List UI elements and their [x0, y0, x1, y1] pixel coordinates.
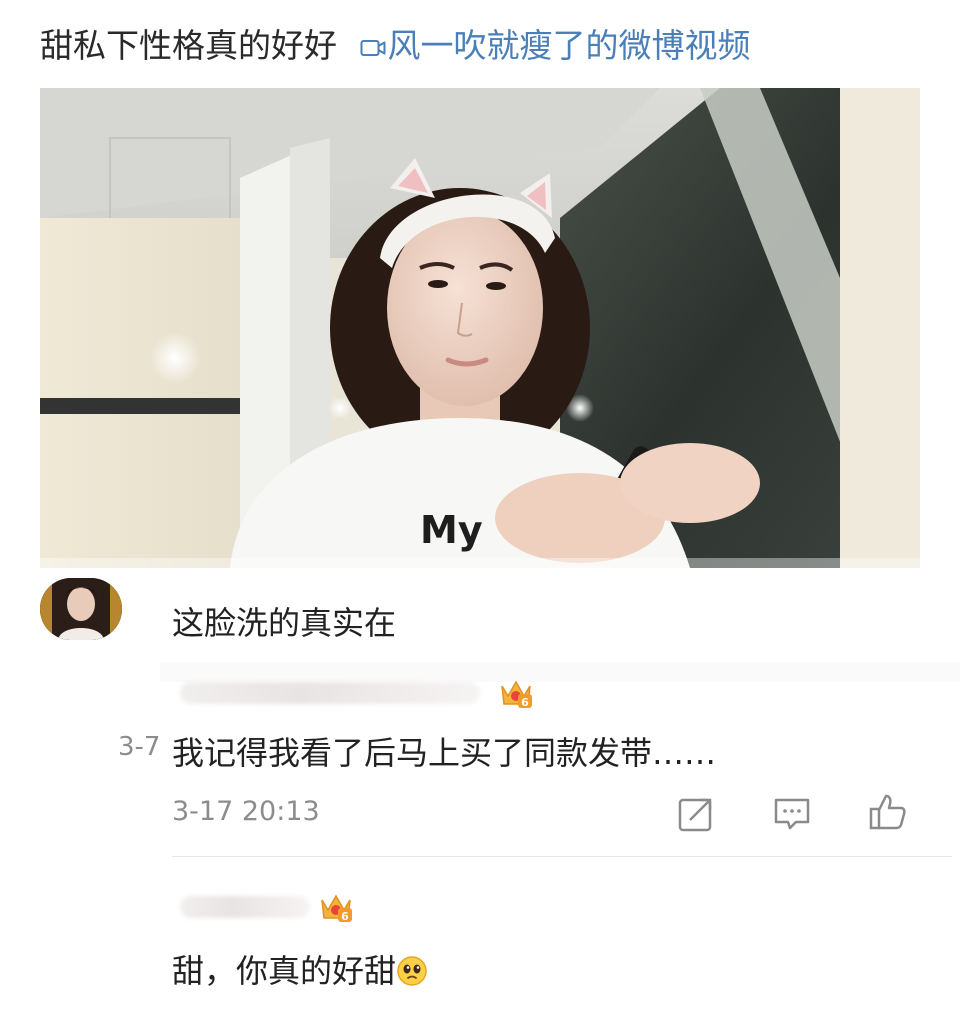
comment-text: 甜，你真的好甜: [172, 952, 397, 990]
video-link-label: 风一吹就瘦了的微博视频: [387, 26, 751, 65]
username-blurred: [180, 896, 310, 918]
share-icon[interactable]: [676, 794, 716, 834]
video-link[interactable]: 风一吹就瘦了的微博视频: [360, 26, 751, 65]
crown-badge-icon: 6: [321, 894, 352, 923]
post-title: 甜私下性格真的好好: [40, 26, 337, 65]
comment-icon[interactable]: [772, 794, 812, 834]
video-icon: [360, 40, 385, 56]
username-blurred: [180, 682, 480, 704]
comment-1: 这脸洗的真实在: [0, 572, 960, 652]
comment-text-row: 甜，你真的好甜: [172, 946, 428, 992]
shirt-print: My: [420, 508, 483, 552]
svg-text:6: 6: [341, 910, 349, 923]
pleading-face-emoji-icon: [397, 956, 427, 986]
comment-text: 这脸洗的真实在: [172, 604, 397, 642]
video-player[interactable]: My: [40, 88, 920, 568]
avatar-image: [40, 578, 122, 640]
comment-divider: [172, 856, 952, 857]
comment-text: 我记得我看了后马上买了同款发带……: [172, 734, 717, 772]
comment-3: 6 甜，你真的好甜: [0, 880, 960, 1020]
svg-text:6: 6: [521, 696, 529, 709]
comment-timestamp: 3-17 20:13: [172, 796, 320, 827]
avatar[interactable]: [40, 578, 122, 640]
crown-badge-icon: 6: [501, 680, 532, 709]
like-icon[interactable]: [868, 792, 908, 832]
comment-2: 6 3-7 我记得我看了后马上买了同款发带…… 3-17 20:13: [0, 670, 960, 860]
post-header: 甜私下性格真的好好 风一吹就瘦了的微博视频: [40, 18, 940, 74]
video-thumbnail: My: [40, 88, 920, 568]
side-date: 3-7: [118, 732, 161, 762]
